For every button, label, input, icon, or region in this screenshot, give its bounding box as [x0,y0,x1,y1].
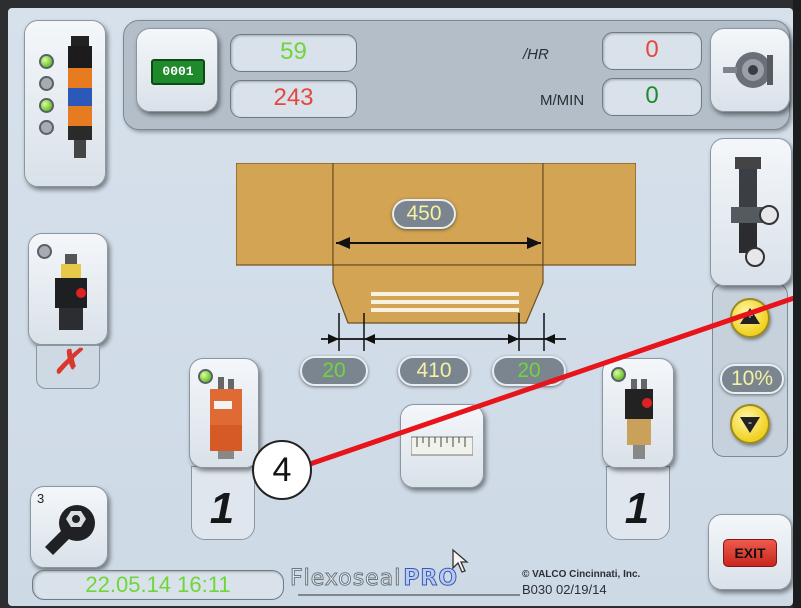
monitor-bezel [793,0,801,608]
callout-line [309,295,793,467]
hmi-screen: 0001 59 243 /HR 0 M/MIN 0 ✗ 450 20 410 2… [8,8,793,606]
callout-badge: 4 [252,440,312,500]
